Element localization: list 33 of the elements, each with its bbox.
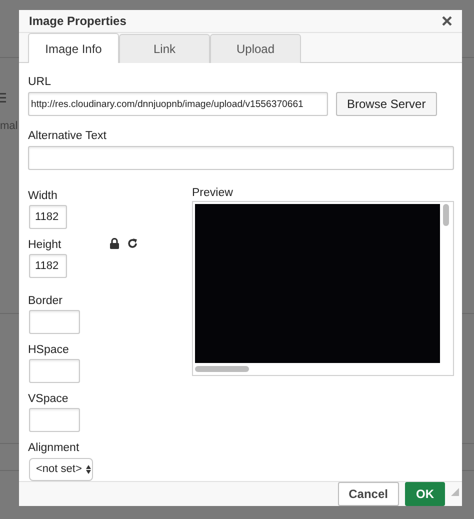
vspace-field[interactable]: [29, 408, 80, 432]
scrollbar[interactable]: [195, 366, 249, 373]
alignment-select[interactable]: <not set>: [29, 458, 93, 481]
url-field[interactable]: http://res.cloudinary.com/dnnjuopnb/image/upload/v1556370661: [28, 92, 328, 116]
lock-icon[interactable]: [110, 238, 119, 249]
browse-server-button[interactable]: Browse Server: [336, 92, 437, 116]
field-label: Alternative Text: [28, 129, 108, 143]
tab[interactable]: Link: [119, 34, 210, 63]
background-text: mal: [0, 119, 18, 134]
field-label: Width: [28, 189, 58, 203]
tab[interactable]: Image Info: [28, 33, 119, 63]
height-field[interactable]: 1182: [29, 254, 67, 278]
scrollbar[interactable]: [442, 204, 450, 226]
border-field[interactable]: [29, 310, 80, 334]
field-label: URL: [28, 75, 52, 89]
field-label: HSpace: [28, 343, 70, 357]
field-label: VSpace: [28, 392, 70, 406]
field-label: Height: [28, 238, 62, 252]
ok-button[interactable]: OK: [405, 482, 445, 506]
close-icon[interactable]: [442, 16, 452, 26]
dialog-title: Image Properties: [29, 13, 126, 30]
field-label: Border: [28, 294, 64, 308]
menu-icon: [0, 93, 6, 104]
resize-grip[interactable]: [451, 488, 459, 496]
text-field[interactable]: [28, 146, 454, 170]
cancel-button[interactable]: Cancel: [338, 482, 399, 506]
field-label: Alignment: [28, 441, 80, 455]
field-label: Preview: [192, 186, 234, 200]
tab[interactable]: Upload: [210, 34, 301, 63]
updown-icon: [86, 464, 91, 474]
refresh-icon[interactable]: [127, 238, 138, 249]
hspace-field[interactable]: [29, 359, 80, 383]
width-field[interactable]: 1182: [29, 205, 67, 229]
